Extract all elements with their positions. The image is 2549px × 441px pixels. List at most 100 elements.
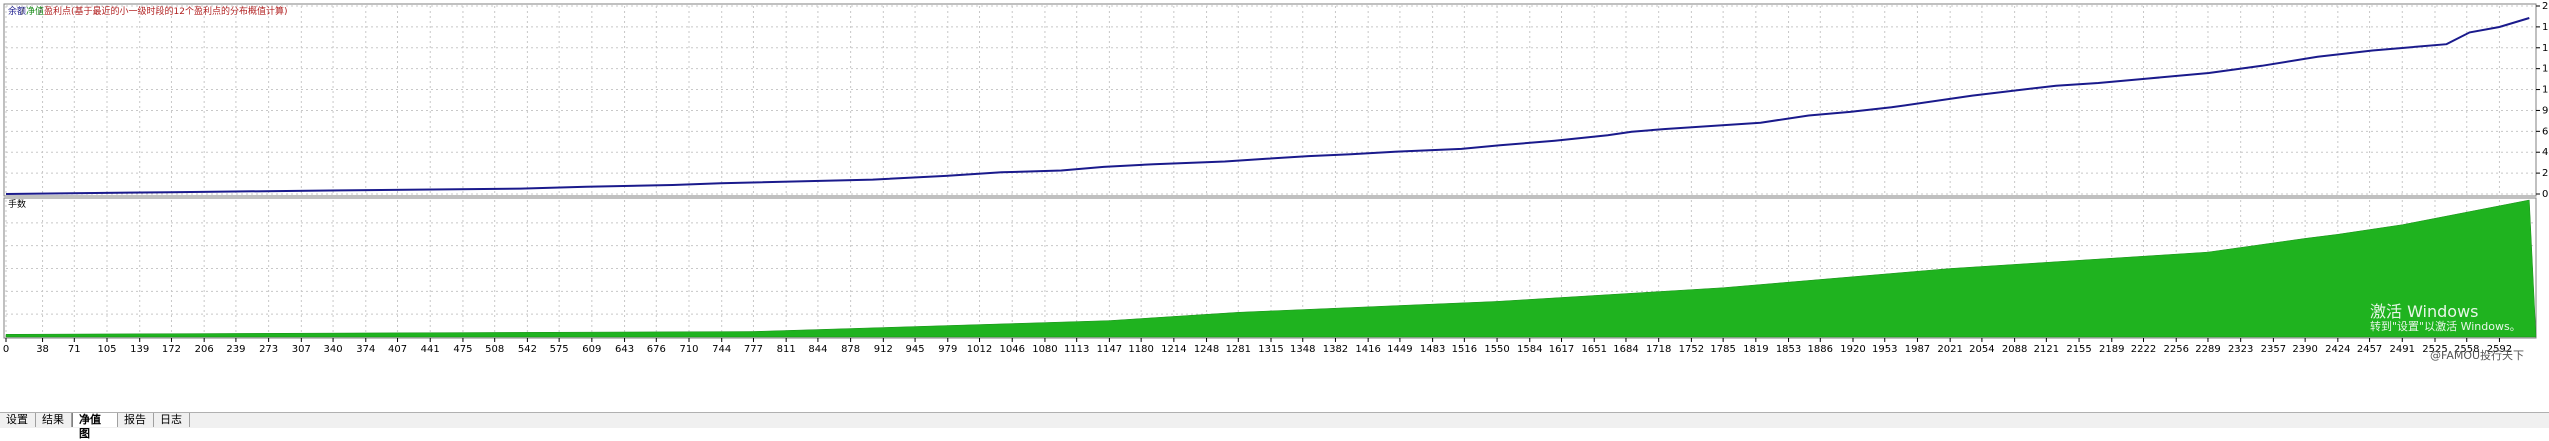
x-tick-label: 1953 <box>1872 344 1897 355</box>
y-tick-label: 462837 <box>2542 147 2549 158</box>
y-tick-label: 231419 <box>2542 168 2549 179</box>
volume-panel-label: 手数 <box>8 198 26 210</box>
tab-journal[interactable]: 日志 <box>154 413 190 427</box>
x-tick-label: 844 <box>808 344 827 355</box>
tab-label: 设置 <box>6 413 28 426</box>
x-tick-label: 172 <box>162 344 181 355</box>
x-tick-label: 1684 <box>1613 344 1638 355</box>
x-tick-label: 38 <box>36 344 49 355</box>
x-tick-label: 307 <box>292 344 311 355</box>
x-tick-label: 2323 <box>2228 344 2253 355</box>
x-tick-label: 1617 <box>1549 344 1574 355</box>
x-tick-label: 912 <box>874 344 893 355</box>
equity-chart-window: 余额 / 净值 / 盈利点(基于最近的小一级时段的12个盈利点的分布概值计算) … <box>0 0 2549 440</box>
tab-report[interactable]: 报告 <box>118 413 154 427</box>
x-tick-label: 575 <box>550 344 569 355</box>
y-tick-label: 694256 <box>2542 126 2549 137</box>
x-tick-label: 1853 <box>1776 344 1801 355</box>
x-tick-label: 2491 <box>2390 344 2415 355</box>
x-axis-ticks: 0 38 71 105 139 172 206 239 273 307 340 374 407 441 47… <box>3 338 2512 355</box>
x-tick-label: 2088 <box>2002 344 2027 355</box>
x-tick-label: 1651 <box>1581 344 1606 355</box>
x-tick-label: 1348 <box>1290 344 1315 355</box>
x-tick-label: 945 <box>906 344 925 355</box>
x-tick-label: 1248 <box>1194 344 1219 355</box>
x-tick-label: 1819 <box>1743 344 1768 355</box>
x-tick-label: 2054 <box>1969 344 1994 355</box>
x-tick-label: 1315 <box>1258 344 1283 355</box>
legend-profit-note: 盈利点(基于最近的小一级时段的12个盈利点的分布概值计算) <box>44 5 287 17</box>
x-tick-label: 2457 <box>2357 344 2382 355</box>
equity-chart: 余额 / 净值 / 盈利点(基于最近的小一级时段的12个盈利点的分布概值计算) … <box>3 1 2549 355</box>
x-tick-label: 475 <box>453 344 472 355</box>
x-tick-label: 1987 <box>1905 344 1930 355</box>
x-tick-label: 1113 <box>1064 344 1089 355</box>
balance-plot-area <box>3 3 2537 197</box>
tab-results[interactable]: 结果 <box>36 413 72 427</box>
tab-label: 日志 <box>160 413 182 426</box>
x-tick-label: 105 <box>97 344 116 355</box>
x-tick-label: 1449 <box>1387 344 1412 355</box>
x-tick-label: 374 <box>356 344 375 355</box>
x-tick-label: 0 <box>3 344 9 355</box>
x-tick-label: 2289 <box>2195 344 2220 355</box>
x-tick-label: 1718 <box>1646 344 1671 355</box>
x-tick-label: 1886 <box>1808 344 1833 355</box>
x-tick-label: 1214 <box>1161 344 1186 355</box>
y-tick-label: 0 <box>2542 189 2548 200</box>
x-tick-label: 508 <box>485 344 504 355</box>
x-tick-label: 273 <box>259 344 278 355</box>
brand-watermark: @FAMOU投行天下 <box>2430 349 2525 362</box>
x-tick-label: 1584 <box>1517 344 1542 355</box>
x-tick-label: 979 <box>938 344 957 355</box>
y-tick-label: 1619931 <box>2542 43 2549 54</box>
x-tick-label: 1785 <box>1710 344 1735 355</box>
x-tick-label: 744 <box>712 344 731 355</box>
x-tick-label: 139 <box>130 344 149 355</box>
x-tick-label: 2021 <box>1937 344 1962 355</box>
x-tick-label: 340 <box>324 344 343 355</box>
x-tick-label: 2256 <box>2163 344 2188 355</box>
x-tick-label: 811 <box>777 344 796 355</box>
x-tick-label: 1046 <box>1000 344 1025 355</box>
x-tick-label: 1516 <box>1452 344 1477 355</box>
x-tick-label: 407 <box>388 344 407 355</box>
x-tick-label: 1752 <box>1679 344 1704 355</box>
x-tick-label: 710 <box>679 344 698 355</box>
x-tick-label: 2155 <box>2066 344 2091 355</box>
tab-label: 报告 <box>124 413 146 426</box>
x-tick-label: 676 <box>647 344 666 355</box>
x-tick-label: 441 <box>421 344 440 355</box>
x-tick-label: 1180 <box>1128 344 1153 355</box>
x-tick-label: 1416 <box>1355 344 1380 355</box>
y-tick-label: 1851349 <box>2542 22 2549 33</box>
x-tick-label: 206 <box>195 344 214 355</box>
x-tick-label: 71 <box>68 344 81 355</box>
x-tick-label: 1382 <box>1323 344 1348 355</box>
y-tick-label: 1157093 <box>2542 85 2549 96</box>
x-tick-label: 1550 <box>1484 344 1509 355</box>
x-tick-label: 2424 <box>2325 344 2350 355</box>
tester-tab-bar: 设置 结果 净值图 报告 日志 <box>0 412 2549 440</box>
x-tick-label: 542 <box>518 344 537 355</box>
x-tick-label: 1080 <box>1032 344 1057 355</box>
y-tick-label: 2082768 <box>2542 1 2549 12</box>
tab-equity-graph[interactable]: 净值图 <box>72 413 118 440</box>
windows-activation-subtitle: 转到"设置"以激活 Windows。 <box>2370 320 2521 333</box>
x-tick-label: 777 <box>744 344 763 355</box>
tab-label: 结果 <box>42 413 64 426</box>
x-tick-label: 1920 <box>1840 344 1865 355</box>
x-tick-label: 1012 <box>967 344 992 355</box>
y-tick-label: 925675 <box>2542 105 2549 116</box>
x-tick-label: 878 <box>841 344 860 355</box>
tab-settings[interactable]: 设置 <box>0 413 36 427</box>
x-tick-label: 2390 <box>2292 344 2317 355</box>
x-tick-label: 1147 <box>1097 344 1122 355</box>
x-tick-label: 239 <box>226 344 245 355</box>
x-tick-label: 2222 <box>2131 344 2156 355</box>
x-tick-label: 2189 <box>2099 344 2124 355</box>
y-axis-ticks: 2082768 1851349 1619931 1388512 1157093 92567… <box>2536 1 2549 200</box>
x-tick-label: 2357 <box>2261 344 2286 355</box>
x-tick-label: 1281 <box>1226 344 1251 355</box>
x-tick-label: 609 <box>582 344 601 355</box>
